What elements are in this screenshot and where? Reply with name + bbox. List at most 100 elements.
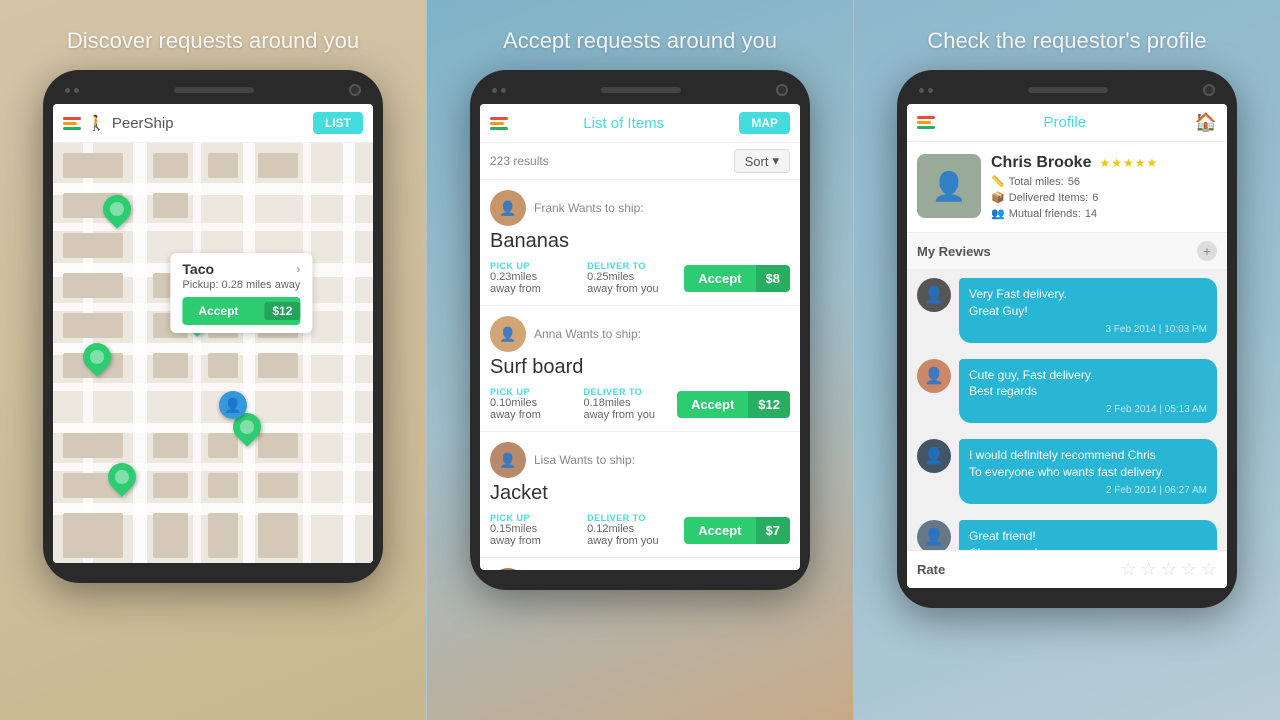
reviewer-avatar-1: 👤 xyxy=(917,278,951,312)
review-bubble-3: I would definitely recommend ChrisTo eve… xyxy=(959,439,1217,504)
avatar-anna: 👤 xyxy=(490,316,526,352)
phone-dots-1 xyxy=(65,88,79,93)
mutual-label: Mutual friends: xyxy=(1009,208,1081,220)
person-icon: 👤 xyxy=(490,316,526,352)
delivered-stat: 📦 Delivered Items: 6 xyxy=(991,191,1217,204)
requester-2: Anna Wants to ship: xyxy=(534,327,641,341)
list-header: 223 results Sort ▾ xyxy=(480,143,800,180)
user-pin: 👤 xyxy=(219,391,247,419)
pickup-sub-2: away from xyxy=(490,409,575,421)
map-popup[interactable]: Taco › Pickup: 0.28 miles away Accept $1… xyxy=(170,253,312,333)
rate-stars[interactable]: ☆ ☆ ☆ ☆ ☆ xyxy=(1120,559,1217,580)
phone-top-3 xyxy=(907,84,1227,104)
avatar-lisa: 👤 xyxy=(490,442,526,478)
add-review-button[interactable]: + xyxy=(1197,241,1217,261)
review-text-3: I would definitely recommend ChrisTo eve… xyxy=(969,447,1207,481)
rate-star-3[interactable]: ☆ xyxy=(1161,559,1177,580)
deliver-col-3: DELIVER TO 0.12miles away from you xyxy=(587,513,676,547)
deliver-dist-3: 0.12miles xyxy=(587,523,676,535)
reviewer-avatar-4: 👤 xyxy=(917,520,951,550)
reviewer-icon-3: 👤 xyxy=(917,439,951,473)
phone-dot xyxy=(501,88,506,93)
review-date-2: 2 Feb 2014 | 05:13 AM xyxy=(969,404,1207,415)
list-item: 👤 Frank Wants to ship: Bananas PICK UP 0… xyxy=(480,180,800,306)
deliver-label-1: DELIVER TO xyxy=(587,261,676,271)
chevron-down-icon: ▾ xyxy=(772,153,779,169)
logo-bar-orange-3 xyxy=(917,121,931,124)
app-bar-2: List of Items MAP xyxy=(480,104,800,143)
rate-star-1[interactable]: ☆ xyxy=(1120,559,1136,580)
popup-title: Taco › xyxy=(182,261,300,277)
total-miles-label: Total miles: xyxy=(1009,176,1064,188)
logo-bar-orange xyxy=(63,122,77,125)
pickup-dist-1: 0.23miles xyxy=(490,271,579,283)
item-header-1: 👤 Frank Wants to ship: xyxy=(490,190,790,226)
rate-section: Rate ☆ ☆ ☆ ☆ ☆ xyxy=(907,550,1227,588)
review-text-1: Very Fast delivery.Great Guy! xyxy=(969,286,1207,320)
price-button-1[interactable]: $8 xyxy=(756,265,790,292)
deliver-dist-2: 0.18miles xyxy=(583,397,668,409)
review-item-3: 👤 I would definitely recommend ChrisTo e… xyxy=(907,431,1227,512)
accept-button-3[interactable]: Accept xyxy=(684,517,755,544)
phone-dot xyxy=(65,88,70,93)
phone-camera-2 xyxy=(776,84,788,96)
price-button-2[interactable]: $12 xyxy=(748,391,790,418)
profile-avatar: 👤 xyxy=(917,154,981,218)
deliver-dist-1: 0.25miles xyxy=(587,271,676,283)
phone-dot xyxy=(492,88,497,93)
delivered-label: Delivered Items: xyxy=(1009,192,1088,204)
phone-speaker-2 xyxy=(601,87,681,93)
item-header-2: 👤 Anna Wants to ship: xyxy=(490,316,790,352)
rate-star-5[interactable]: ☆ xyxy=(1201,559,1217,580)
items-list[interactable]: 👤 Frank Wants to ship: Bananas PICK UP 0… xyxy=(480,180,800,570)
reviews-header: My Reviews + xyxy=(907,233,1227,270)
list-item: 👤 Anna Wants to ship: Surf board PICK UP… xyxy=(480,306,800,432)
deliver-label-3: DELIVER TO xyxy=(587,513,676,523)
map-button[interactable]: MAP xyxy=(739,112,790,134)
accept-button-map[interactable]: Accept $12 xyxy=(182,297,300,325)
popup-subtitle: Pickup: 0.28 miles away xyxy=(182,279,300,291)
review-text-4: Great friend!Cheers man! xyxy=(969,528,1207,550)
map-view[interactable]: 👤 Taco › Pickup: 0.28 miles away Accept … xyxy=(53,143,373,563)
reviews-list[interactable]: 👤 Very Fast delivery.Great Guy! 3 Feb 20… xyxy=(907,270,1227,550)
pickup-col-2: PICK UP 0.10miles away from xyxy=(490,387,575,421)
chevron-right-icon: › xyxy=(296,262,300,276)
logo-bar-green-2 xyxy=(490,127,508,130)
pickup-label-1: PICK UP xyxy=(490,261,579,271)
person-icon: 👤 xyxy=(490,190,526,226)
logo-bar-green-3 xyxy=(917,126,935,129)
accept-button-2[interactable]: Accept xyxy=(677,391,748,418)
reviewer-avatar-3: 👤 xyxy=(917,439,951,473)
item-details-3: PICK UP 0.15miles away from DELIVER TO 0… xyxy=(490,513,790,547)
avatar-person-icon: 👤 xyxy=(917,154,981,218)
pickup-col-1: PICK UP 0.23miles away from xyxy=(490,261,579,295)
item-details-1: PICK UP 0.23miles away from DELIVER TO 0… xyxy=(490,261,790,295)
phone-screen-1: 🚶 PeerShip LIST xyxy=(53,104,373,563)
app-logo-3 xyxy=(917,116,935,129)
rate-star-2[interactable]: ☆ xyxy=(1140,559,1156,580)
accept-row-3: Accept $7 xyxy=(684,517,790,544)
reviewer-icon-1: 👤 xyxy=(917,278,951,312)
profile-title: Profile xyxy=(1044,114,1087,131)
phone-top-1 xyxy=(53,84,373,104)
logo-bar-red-2 xyxy=(490,117,508,120)
deliver-sub-2: away from you xyxy=(583,409,668,421)
review-text-2: Cute guy, Fast delivery.Best regards xyxy=(969,367,1207,401)
panel-accept: Accept requests around you List of xyxy=(426,0,854,720)
item-header-4: 👤 John Wants to ship: xyxy=(490,568,790,570)
app-bar-1: 🚶 PeerShip LIST xyxy=(53,104,373,143)
accept-button-1[interactable]: Accept xyxy=(684,265,755,292)
profile-name-row: Chris Brooke ★ ★ ★ ★ ★ xyxy=(991,154,1217,172)
rate-star-4[interactable]: ☆ xyxy=(1181,559,1197,580)
home-icon[interactable]: 🏠 xyxy=(1195,112,1217,133)
list-button[interactable]: LIST xyxy=(313,112,363,134)
sort-button[interactable]: Sort ▾ xyxy=(734,149,790,173)
star-rating: ★ ★ ★ ★ ★ xyxy=(1099,156,1157,170)
pickup-sub-1: away from xyxy=(490,283,579,295)
phone-top-2 xyxy=(480,84,800,104)
rate-label: Rate xyxy=(917,562,945,577)
accept-row-1: Accept $8 xyxy=(684,265,790,292)
price-button-3[interactable]: $7 xyxy=(756,517,790,544)
item-name-3: Jacket xyxy=(490,482,790,505)
profile-info: Chris Brooke ★ ★ ★ ★ ★ 📏 Total miles: 56 xyxy=(991,154,1217,220)
